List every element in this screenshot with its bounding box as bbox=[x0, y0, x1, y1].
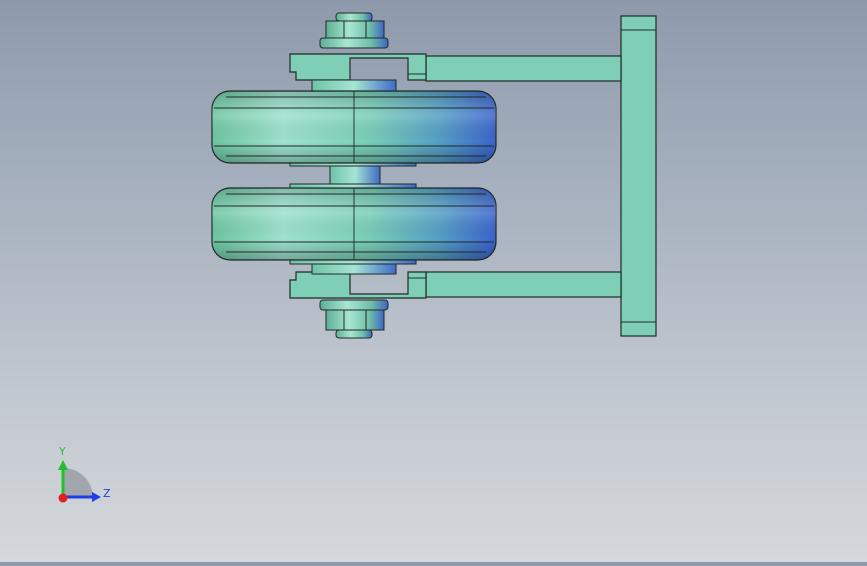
top-nut[interactable] bbox=[319, 12, 389, 49]
model-canvas[interactable]: Y Z bbox=[0, 0, 867, 562]
x-axis-dot bbox=[58, 493, 68, 503]
triad-quadrant bbox=[63, 468, 93, 497]
z-axis-label: Z bbox=[103, 487, 111, 500]
lower-bracket-arm[interactable] bbox=[289, 271, 622, 299]
z-axis-head bbox=[92, 492, 101, 502]
y-axis-label: Y bbox=[58, 445, 66, 458]
bottom-nut[interactable] bbox=[319, 299, 389, 339]
upper-wheel[interactable] bbox=[211, 90, 497, 164]
lower-wheel[interactable] bbox=[211, 187, 497, 261]
cad-viewport[interactable]: Y Z bbox=[0, 0, 867, 562]
upper-bracket-arm[interactable] bbox=[289, 53, 622, 82]
coordinate-triad: Y Z bbox=[58, 445, 111, 503]
y-axis-head bbox=[58, 460, 68, 470]
mounting-plate[interactable] bbox=[620, 15, 657, 337]
